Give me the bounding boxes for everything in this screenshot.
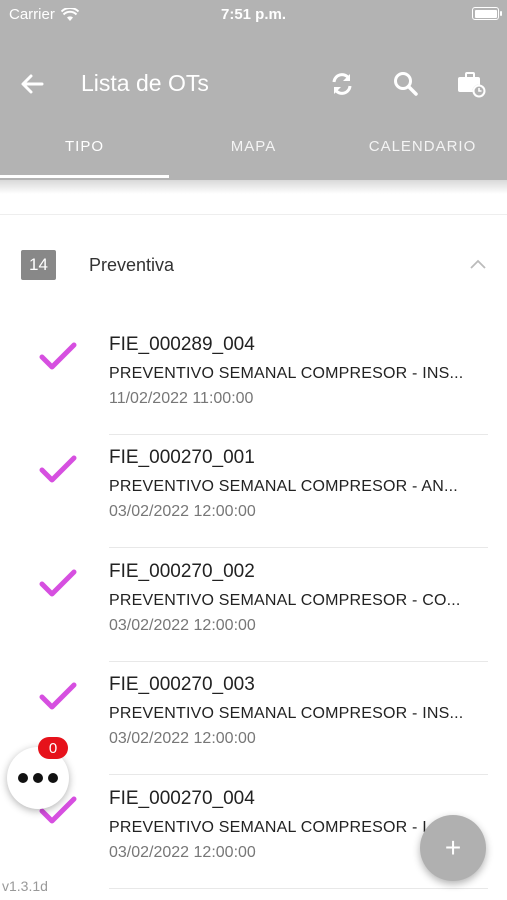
version-label: v1.3.1d [2,878,48,894]
tab-bar: TIPO MAPA CALENDARIO [0,126,507,180]
active-tab-indicator [0,175,169,178]
list-item[interactable]: FIE_000270_001 PREVENTIVO SEMANAL COMPRE… [0,435,507,548]
chevron-up-icon[interactable] [469,256,487,274]
item-description: PREVENTIVO SEMANAL COMPRESOR - INS... [109,705,464,722]
item-description: PREVENTIVO SEMANAL COMPRESOR - I... [109,819,441,836]
item-code: FIE_000270_003 [109,674,255,695]
item-separator [109,888,488,889]
more-dot [33,773,43,783]
list-item[interactable]: FIE_000270_003 PREVENTIVO SEMANAL COMPRE… [0,662,507,775]
tab-mapa[interactable]: MAPA [169,138,338,155]
list-item[interactable]: FIE_000270_002 PREVENTIVO SEMANAL COMPRE… [0,549,507,662]
count-badge: 14 [21,250,56,280]
header-shadow [0,180,507,194]
list-item[interactable]: FIE_000289_004 PREVENTIVO SEMANAL COMPRE… [0,322,507,435]
page-title: Lista de OTs [81,70,209,96]
item-description: PREVENTIVO SEMANAL COMPRESOR - CO... [109,592,461,609]
item-code: FIE_000270_002 [109,561,255,582]
add-button[interactable]: + [420,815,486,881]
tab-calendario[interactable]: CALENDARIO [338,138,507,155]
tab-tipo[interactable]: TIPO [0,138,169,155]
more-dots-icon [18,773,28,783]
item-date: 03/02/2022 12:00:00 [109,617,256,634]
top-bar: Carrier 7:51 p.m. Lista de OTs TIPO MAPA… [0,0,507,180]
item-separator [109,547,488,548]
briefcase-clock-icon[interactable] [456,69,486,99]
more-dot [48,773,58,783]
item-code: FIE_000270_004 [109,788,255,809]
item-date: 03/02/2022 12:00:00 [109,844,256,861]
app-bar: Lista de OTs [0,60,507,110]
status-time: 7:51 p.m. [220,6,287,23]
item-date: 11/02/2022 11:00:00 [109,390,254,407]
item-date: 03/02/2022 12:00:00 [109,730,256,747]
item-code: FIE_000289_004 [109,334,255,355]
checkmark-icon [39,342,77,370]
checkmark-icon [39,569,77,597]
search-icon[interactable] [391,69,421,99]
item-description: PREVENTIVO SEMANAL COMPRESOR - INS... [109,365,464,382]
item-date: 03/02/2022 12:00:00 [109,503,256,520]
group-header-preventiva[interactable]: 14 Preventiva [0,250,507,282]
item-description: PREVENTIVO SEMANAL COMPRESOR - AN... [109,478,458,495]
status-bar: Carrier 7:51 p.m. [0,0,507,30]
notification-badge: 0 [38,737,68,759]
refresh-icon[interactable] [327,69,357,99]
item-separator [109,774,488,775]
battery-icon [472,7,502,20]
checkmark-icon [39,682,77,710]
group-title: Preventiva [89,255,175,275]
item-code: FIE_000270_001 [109,447,255,468]
divider [0,214,507,215]
back-arrow-icon[interactable] [18,70,46,98]
checkmark-icon [39,455,77,483]
